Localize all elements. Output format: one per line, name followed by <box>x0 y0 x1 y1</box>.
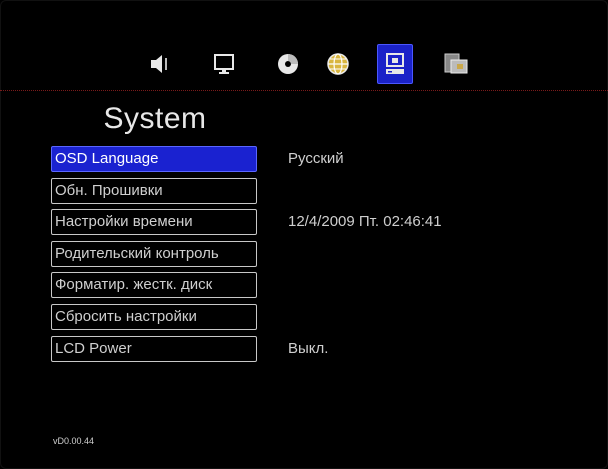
menu-item-time-settings[interactable]: Настройки времени <box>51 209 257 236</box>
menu-item-label: Форматир. жестк. диск <box>55 276 213 294</box>
globe-glyph <box>327 53 349 75</box>
firmware-update-value <box>288 178 588 204</box>
settings-menu: OSD Language Обн. Прошивки Настройки вре… <box>51 146 257 367</box>
disc-icon[interactable] <box>270 44 306 84</box>
menu-item-lcd-power[interactable]: LCD Power <box>51 335 257 362</box>
disc-glyph <box>278 54 298 74</box>
date-time-value: 12/4/2009 Пт. 02:46:41 <box>288 213 442 231</box>
menu-item-parental-control[interactable]: Родительский контроль <box>51 240 257 267</box>
menu-item-label: Настройки времени <box>55 213 193 231</box>
photo-glyph <box>444 53 468 74</box>
monitor-icon[interactable] <box>206 44 242 84</box>
parental-control-value <box>288 241 588 267</box>
menu-item-label: Обн. Прошивки <box>55 181 163 199</box>
page-title: System <box>103 102 207 135</box>
system-glyph <box>386 53 404 74</box>
menu-item-reset-settings[interactable]: Сбросить настройки <box>51 303 257 330</box>
settings-category-bar <box>0 44 608 84</box>
settings-values: Русский 12/4/2009 Пт. 02:46:41 Выкл. <box>288 146 588 367</box>
header-divider <box>0 90 608 91</box>
system-icon[interactable] <box>377 44 413 84</box>
menu-item-label: Родительский контроль <box>55 244 219 262</box>
osd-language-value: Русский <box>288 150 344 167</box>
speaker-icon[interactable] <box>142 44 178 84</box>
menu-item-label: OSD Language <box>55 150 159 167</box>
photo-icon[interactable] <box>438 44 474 84</box>
monitor-glyph <box>214 54 234 74</box>
reset-settings-value <box>288 304 588 330</box>
menu-item-format-hdd[interactable]: Форматир. жестк. диск <box>51 272 257 299</box>
speaker-glyph <box>151 55 167 73</box>
menu-item-osd-language[interactable]: OSD Language <box>51 146 257 172</box>
menu-item-label: LCD Power <box>55 339 132 357</box>
firmware-version: vD0.00.44 <box>53 436 95 446</box>
lcd-power-value: Выкл. <box>288 339 329 357</box>
globe-icon[interactable] <box>320 44 356 84</box>
menu-item-firmware-update[interactable]: Обн. Прошивки <box>51 177 257 204</box>
format-hdd-value <box>288 272 588 298</box>
menu-item-label: Сбросить настройки <box>55 307 197 325</box>
